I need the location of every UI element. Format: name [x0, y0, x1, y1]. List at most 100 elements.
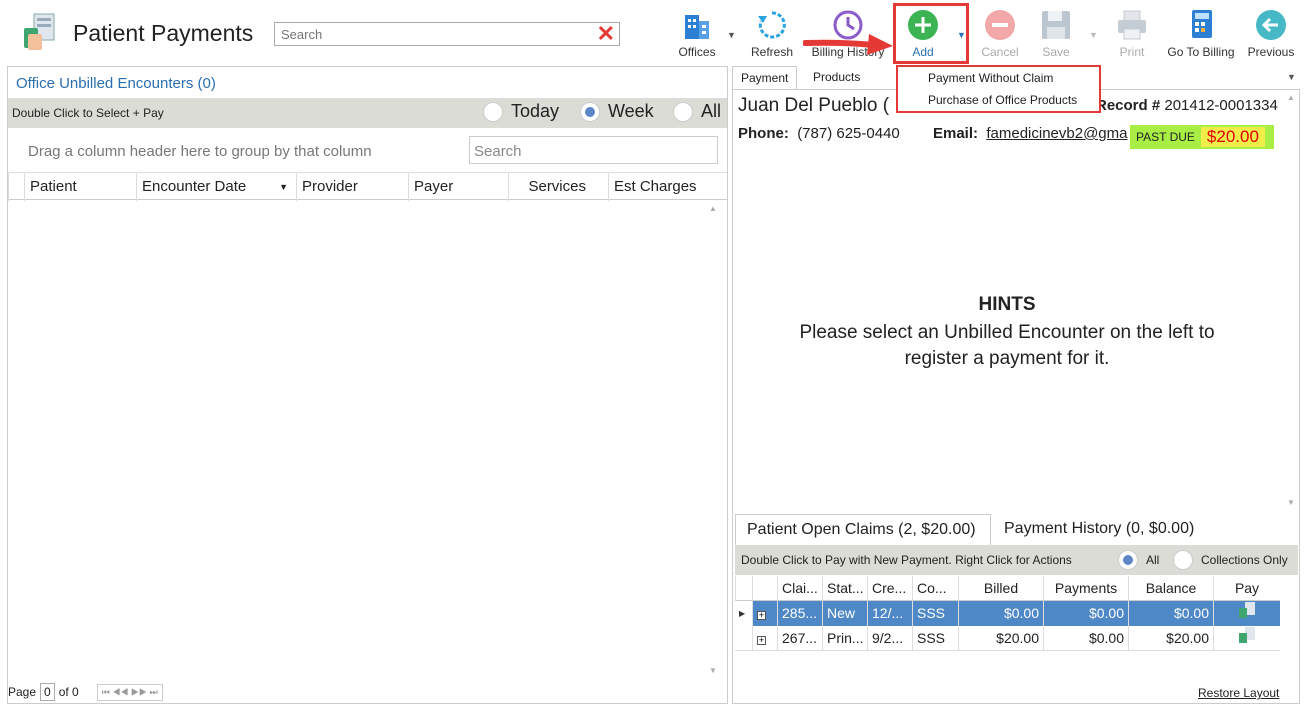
phone-row: Phone: (787) 625-0440 [738, 125, 900, 142]
cell-claim: 267... [777, 626, 822, 651]
table-row[interactable]: ▶ + 285... New 12/... SSS $0.00 $0.00 $0… [735, 601, 1280, 626]
offices-label: Offices [678, 45, 716, 59]
cell-billed: $20.00 [958, 626, 1043, 651]
past-due-badge: PAST DUE $20.00 [1130, 125, 1274, 149]
patient-name: Juan Del Pueblo ( [738, 95, 890, 116]
encounters-search-input[interactable]: Search [469, 136, 718, 164]
expand-cell[interactable]: + [752, 626, 777, 651]
scroll-up-icon[interactable]: ▲ [709, 204, 717, 213]
save-button[interactable]: Save [1025, 6, 1087, 62]
cell-company: SSS [912, 601, 958, 626]
tab-payment[interactable]: Payment [732, 66, 798, 89]
expand-plus-icon[interactable]: + [757, 611, 766, 620]
print-button[interactable]: Print [1101, 6, 1163, 62]
col-billed[interactable]: Billed [958, 576, 1043, 601]
unbilled-encounters-title: Office Unbilled Encounters (0) [16, 75, 216, 92]
add-highlight-box [893, 3, 969, 64]
offices-dropdown-icon[interactable]: ▼ [727, 30, 736, 40]
previous-button[interactable]: Previous [1240, 6, 1302, 62]
go-to-billing-label: Go To Billing [1167, 45, 1235, 59]
radio-week[interactable]: Week [580, 101, 654, 122]
col-created[interactable]: Cre... [867, 576, 912, 601]
save-dropdown-icon[interactable]: ▼ [1089, 30, 1098, 40]
pager-nav-icon[interactable]: ⏮ ◀◀ ▶▶ ⏭ [96, 683, 163, 701]
print-label: Print [1119, 45, 1145, 59]
previous-label: Previous [1247, 45, 1295, 59]
expand-plus-icon[interactable]: + [757, 636, 766, 645]
email-row: Email: famedicinevb2@gma [933, 125, 1128, 142]
scroll-down-icon[interactable]: ▼ [709, 666, 717, 675]
col-pay[interactable]: Pay [1213, 576, 1280, 601]
col-patient[interactable]: Patient [24, 173, 136, 201]
offices-button[interactable]: Offices [666, 6, 728, 62]
col-claim[interactable]: Clai... [777, 576, 822, 601]
restore-layout-link[interactable]: Restore Layout [1198, 686, 1279, 700]
col-payer[interactable]: Payer [408, 173, 508, 201]
clear-search-icon[interactable]: ✕ [597, 22, 615, 46]
pager: Page 0 of 0 ⏮ ◀◀ ▶▶ ⏭ [8, 682, 163, 702]
radio-claims-all[interactable]: All [1118, 550, 1159, 570]
radio-week-label: Week [608, 101, 654, 121]
cell-status: New [822, 601, 867, 626]
radio-claims-all-dot [1118, 550, 1138, 570]
cell-status: Prin... [822, 626, 867, 651]
radio-claims-all-label: All [1146, 553, 1160, 567]
tab-products[interactable]: Products [805, 66, 868, 89]
col-status[interactable]: Stat... [822, 576, 867, 601]
record-value: 201412-0001334 [1164, 97, 1278, 114]
table-row[interactable]: + 267... Prin... 9/2... SSS $20.00 $0.00… [735, 626, 1280, 651]
col-services[interactable]: Services [508, 173, 608, 201]
sort-desc-icon: ▼ [279, 182, 288, 192]
row-indicator-header [8, 173, 25, 201]
menu-item-purchase-office-products[interactable]: Purchase of Office Products [898, 89, 1099, 111]
page-number-input[interactable]: 0 [40, 683, 55, 701]
go-to-billing-button[interactable]: Go To Billing [1163, 6, 1239, 62]
radio-collections-only[interactable]: Collections Only [1173, 550, 1288, 570]
pay-icon[interactable] [1213, 601, 1280, 626]
row-indicator-header [735, 576, 752, 601]
refresh-icon [741, 8, 803, 42]
building-icon [666, 8, 728, 42]
radio-all-label: All [701, 101, 722, 121]
radio-today[interactable]: Today [483, 101, 559, 122]
email-link[interactable]: famedicinevb2@gma [986, 125, 1127, 142]
radio-collections-label: Collections Only [1201, 553, 1288, 567]
refresh-button[interactable]: Refresh [741, 6, 803, 62]
tab-open-claims[interactable]: Patient Open Claims (2, $20.00) [735, 514, 991, 546]
radio-all-dot [673, 101, 693, 122]
minus-circle-icon [969, 8, 1031, 42]
encounters-filter-bar: Double Click to Select + Pay Today Week … [8, 98, 727, 128]
cell-created: 9/2... [867, 626, 912, 651]
search-box[interactable]: ✕ [274, 22, 620, 46]
back-arrow-icon [1240, 8, 1302, 42]
scroll-down-icon[interactable]: ▼ [1287, 498, 1295, 507]
save-label: Save [1042, 45, 1070, 59]
row-pointer-cell [735, 626, 752, 651]
radio-today-dot [483, 101, 503, 122]
expand-cell[interactable]: + [752, 601, 777, 626]
phone-value: (787) 625-0440 [797, 125, 900, 142]
radio-week-dot [580, 101, 600, 122]
billing-calculator-icon [1163, 8, 1239, 42]
col-encounter-date-label: Encounter Date [142, 178, 247, 195]
encounters-grid-header: Patient Encounter Date ▼ Provider Payer … [8, 172, 727, 201]
col-payments[interactable]: Payments [1043, 576, 1128, 601]
col-provider[interactable]: Provider [296, 173, 408, 201]
col-company[interactable]: Co... [912, 576, 958, 601]
past-due-amount: $20.00 [1200, 127, 1265, 147]
claims-grid-header: Clai... Stat... Cre... Co... Billed Paym… [735, 576, 1280, 601]
radio-all[interactable]: All [673, 101, 721, 122]
col-encounter-date[interactable]: Encounter Date ▼ [136, 173, 296, 201]
search-input[interactable] [279, 24, 579, 44]
tab-payment-history[interactable]: Payment History (0, $0.00) [1004, 520, 1194, 538]
printer-icon [1101, 8, 1163, 42]
cell-payments: $0.00 [1043, 601, 1128, 626]
row-pointer-icon: ▶ [735, 601, 752, 626]
scroll-up-icon[interactable]: ▲ [1287, 93, 1295, 102]
col-balance[interactable]: Balance [1128, 576, 1213, 601]
cancel-button[interactable]: Cancel [969, 6, 1031, 62]
pay-icon[interactable] [1213, 626, 1280, 651]
col-est-charges[interactable]: Est Charges [608, 173, 708, 201]
menu-item-payment-without-claim[interactable]: Payment Without Claim [898, 67, 1099, 89]
tabs-overflow-icon[interactable]: ▼ [1287, 72, 1296, 82]
